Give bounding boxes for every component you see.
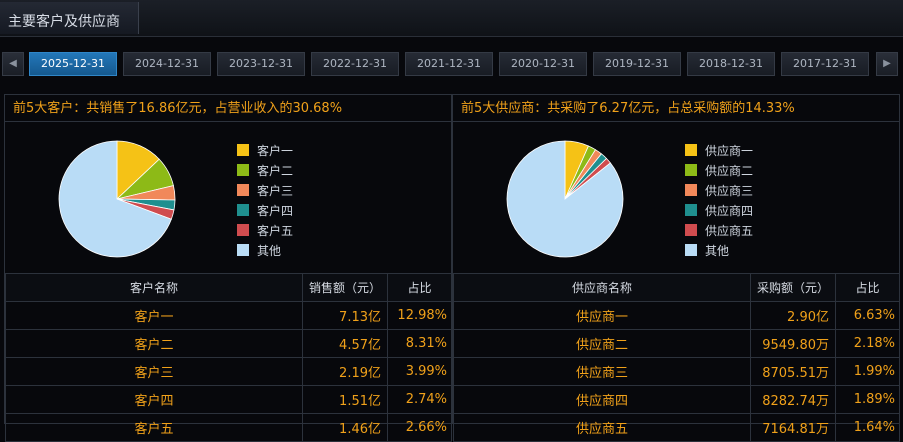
legend-label: 客户二 xyxy=(257,164,294,178)
share-percent: 8.31% xyxy=(387,329,452,358)
table-header-row: 客户名称 销售额（元） 占比 xyxy=(5,273,452,302)
legend-swatch xyxy=(237,184,249,196)
customer-name: 客户三 xyxy=(5,357,303,386)
page-title: 主要客户及供应商 xyxy=(8,14,120,30)
prev-arrow-icon[interactable]: ◀ xyxy=(2,52,24,76)
purchase-amount: 8282.74万 xyxy=(750,385,836,414)
purchase-amount: 2.90亿 xyxy=(750,301,836,330)
date-tab[interactable]: 2023-12-31 xyxy=(217,52,305,76)
table-row: 供应商五 7164.81万 1.64% xyxy=(453,413,900,442)
share-percent: 3.99% xyxy=(387,357,452,386)
sales-amount: 4.57亿 xyxy=(302,329,388,358)
legend-label: 客户四 xyxy=(257,204,294,218)
column-header: 占比 xyxy=(387,273,452,302)
date-tab[interactable]: 2021-12-31 xyxy=(405,52,493,76)
date-tab[interactable]: 2025-12-31 xyxy=(29,52,117,76)
legend-label: 供应商一 xyxy=(705,144,754,158)
suppliers-pie-chart xyxy=(506,140,624,258)
sales-amount: 7.13亿 xyxy=(302,301,388,330)
share-percent: 1.99% xyxy=(835,357,900,386)
share-percent: 1.89% xyxy=(835,385,900,414)
column-header: 客户名称 xyxy=(5,273,303,302)
customer-name: 客户二 xyxy=(5,329,303,358)
share-percent: 2.66% xyxy=(387,413,452,442)
table-row: 供应商二 9549.80万 2.18% xyxy=(453,329,900,358)
supplier-name: 供应商四 xyxy=(453,385,751,414)
share-percent: 2.18% xyxy=(835,329,900,358)
legend-swatch xyxy=(237,204,249,216)
date-tab[interactable]: 2024-12-31 xyxy=(123,52,211,76)
date-tab[interactable]: 2020-12-31 xyxy=(499,52,587,76)
legend-label: 其他 xyxy=(705,244,730,258)
legend-swatch xyxy=(237,144,249,156)
column-header: 供应商名称 xyxy=(453,273,751,302)
table-header-row: 供应商名称 采购额（元） 占比 xyxy=(453,273,900,302)
legend-swatch xyxy=(685,184,697,196)
legend-swatch xyxy=(685,244,697,256)
legend-label: 客户五 xyxy=(257,224,294,238)
sales-amount: 1.46亿 xyxy=(302,413,388,442)
legend-label: 供应商三 xyxy=(705,184,754,198)
column-header: 占比 xyxy=(835,273,900,302)
legend-swatch xyxy=(685,204,697,216)
legend-label: 供应商五 xyxy=(705,224,754,238)
purchase-amount: 7164.81万 xyxy=(750,413,836,442)
share-percent: 1.64% xyxy=(835,413,900,442)
date-tab[interactable]: 2022-12-31 xyxy=(311,52,399,76)
title-bar: 主要客户及供应商 xyxy=(0,0,903,37)
next-arrow-icon[interactable]: ▶ xyxy=(876,52,898,76)
legend-swatch xyxy=(685,164,697,176)
legend-label: 供应商四 xyxy=(705,204,754,218)
legend-label: 其他 xyxy=(257,244,282,258)
share-percent: 2.74% xyxy=(387,385,452,414)
supplier-name: 供应商五 xyxy=(453,413,751,442)
date-tab[interactable]: 2018-12-31 xyxy=(687,52,775,76)
legend-label: 供应商二 xyxy=(705,164,754,178)
customers-summary: 前5大客户：共销售了16.86亿元，占营业收入的30.68% xyxy=(5,95,451,122)
customer-name: 客户一 xyxy=(5,301,303,330)
customers-panel: 前5大客户：共销售了16.86亿元，占营业收入的30.68% 客户一 客户二 客… xyxy=(4,94,452,442)
table-row: 供应商三 8705.51万 1.99% xyxy=(453,357,900,386)
sales-amount: 2.19亿 xyxy=(302,357,388,386)
table-row: 客户五 1.46亿 2.66% xyxy=(5,413,452,442)
suppliers-table: 供应商名称 采购额（元） 占比 供应商一 2.90亿 6.63% 供应商二 95… xyxy=(453,273,900,442)
table-row: 客户二 4.57亿 8.31% xyxy=(5,329,452,358)
section-tab: 主要客户及供应商 xyxy=(0,2,139,34)
supplier-name: 供应商二 xyxy=(453,329,751,358)
table-row: 客户三 2.19亿 3.99% xyxy=(5,357,452,386)
date-tab[interactable]: 2019-12-31 xyxy=(593,52,681,76)
legend-swatch xyxy=(685,224,697,236)
legend-swatch xyxy=(237,164,249,176)
customer-name: 客户五 xyxy=(5,413,303,442)
sales-amount: 1.51亿 xyxy=(302,385,388,414)
suppliers-panel: 前5大供应商：共采购了6.27亿元，占总采购额的14.33% 供应商一 供应商二… xyxy=(452,94,900,442)
customer-name: 客户四 xyxy=(5,385,303,414)
table-row: 客户四 1.51亿 2.74% xyxy=(5,385,452,414)
supplier-name: 供应商一 xyxy=(453,301,751,330)
table-row: 供应商一 2.90亿 6.63% xyxy=(453,301,900,330)
column-header: 销售额（元） xyxy=(302,273,388,302)
share-percent: 12.98% xyxy=(387,301,452,330)
table-row: 客户一 7.13亿 12.98% xyxy=(5,301,452,330)
date-tab[interactable]: 2017-12-31 xyxy=(781,52,869,76)
purchase-amount: 9549.80万 xyxy=(750,329,836,358)
customers-table: 客户名称 销售额（元） 占比 客户一 7.13亿 12.98% 客户二 4.57… xyxy=(5,273,452,442)
supplier-name: 供应商三 xyxy=(453,357,751,386)
purchase-amount: 8705.51万 xyxy=(750,357,836,386)
suppliers-summary: 前5大供应商：共采购了6.27亿元，占总采购额的14.33% xyxy=(453,95,899,122)
legend-swatch xyxy=(237,244,249,256)
customers-pie-chart xyxy=(58,140,176,258)
legend-swatch xyxy=(237,224,249,236)
column-header: 采购额（元） xyxy=(750,273,836,302)
legend-label: 客户三 xyxy=(257,184,294,198)
table-row: 供应商四 8282.74万 1.89% xyxy=(453,385,900,414)
legend-swatch xyxy=(685,144,697,156)
date-tab-bar: ◀ 2025-12-31 2024-12-31 2023-12-31 2022-… xyxy=(0,52,903,78)
share-percent: 6.63% xyxy=(835,301,900,330)
legend-label: 客户一 xyxy=(257,144,294,158)
